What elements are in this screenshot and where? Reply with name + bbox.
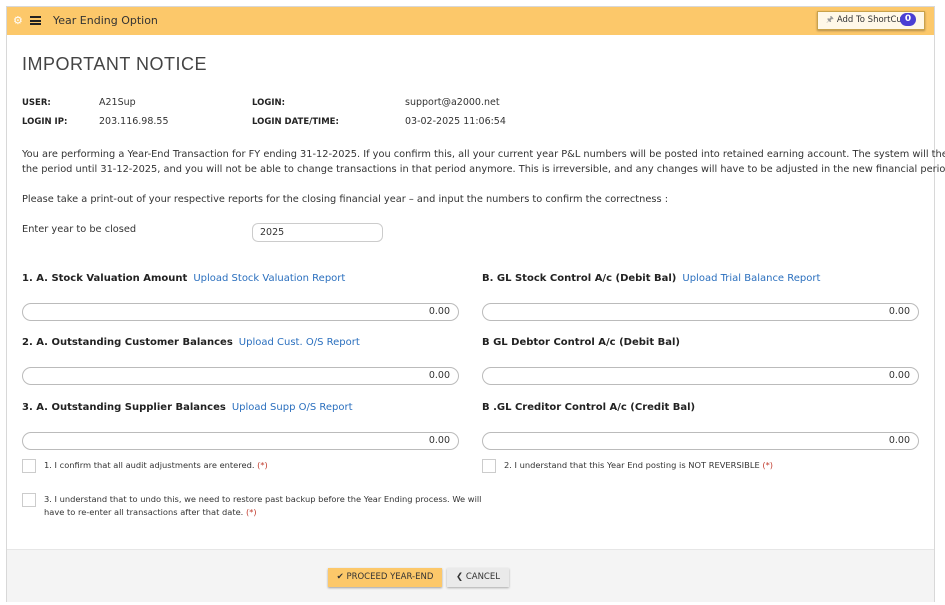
gl-stock-control-title: B. GL Stock Control A/c (Debit Bal) (482, 273, 677, 284)
gl-stock-control-label: B. GL Stock Control A/c (Debit Bal) Uploa… (482, 273, 820, 284)
upload-stock-valuation-link[interactable]: Upload Stock Valuation Report (193, 273, 345, 284)
login-datetime-label: LOGIN DATE/TIME: (252, 117, 339, 127)
login-datetime-value: 03-02-2025 11:06:54 (405, 116, 506, 127)
menu-icon[interactable] (30, 16, 41, 25)
gl-debtor-control-label: B GL Debtor Control A/c (Debit Bal) (482, 337, 680, 348)
proceed-year-end-button[interactable]: ✔ PROCEED YEAR-END (328, 568, 442, 587)
customer-balances-label: 2. A. Outstanding Customer Balances Uploa… (22, 337, 360, 348)
check-icon: ✔ (336, 572, 344, 582)
gl-creditor-control-input[interactable]: 0.00 (482, 432, 919, 450)
supplier-balances-title: 3. A. Outstanding Supplier Balances (22, 402, 226, 413)
login-ip-value: 203.116.98.55 (99, 116, 169, 127)
year-ending-panel: ⚙ Year Ending Option 🖈 Add To ShortCut 0 … (6, 6, 945, 602)
upload-trial-balance-link[interactable]: Upload Trial Balance Report (682, 273, 820, 284)
gl-debtor-control-input[interactable]: 0.00 (482, 367, 919, 385)
required-mark: (*) (257, 460, 268, 470)
confirm-restore-backup-line-1: 3. I understand that to undo this, we ne… (44, 494, 482, 504)
supplier-balances-label: 3. A. Outstanding Supplier Balances Uploa… (22, 402, 353, 413)
year-label: Enter year to be closed (22, 224, 137, 235)
customer-balances-input[interactable]: 0.00 (22, 367, 459, 385)
confirm-restore-backup-checkbox[interactable] (22, 493, 36, 507)
year-input[interactable]: 2025 (252, 223, 383, 242)
confirm-restore-backup-text: 3. I understand that to undo this, we ne… (44, 493, 481, 518)
confirm-restore-backup-line-2: have to re-enter all transactions after … (44, 506, 244, 517)
printout-instruction: Please take a print-out of your respecti… (22, 194, 669, 205)
required-mark: (*) (762, 460, 773, 470)
add-to-shortcut-label: Add To ShortCut (836, 15, 906, 25)
confirm-not-reversible-checkbox[interactable] (482, 459, 496, 473)
customer-balances-title: 2. A. Outstanding Customer Balances (22, 337, 233, 348)
cancel-label: CANCEL (465, 572, 500, 582)
notice-heading: IMPORTANT NOTICE (22, 54, 208, 74)
stock-valuation-input[interactable]: 0.00 (22, 303, 459, 321)
confirm-audit-text: 1. I confirm that all audit adjustments … (44, 459, 268, 472)
back-arrow-icon: ❮ (456, 572, 464, 582)
gl-creditor-control-label: B .GL Creditor Control A/c (Credit Bal) (482, 402, 696, 413)
gear-icon[interactable]: ⚙ (13, 15, 25, 27)
confirm-not-reversible-label: 2. I understand that this Year End posti… (504, 460, 760, 470)
gl-stock-control-input[interactable]: 0.00 (482, 303, 919, 321)
warning-line-2: the period until 31-12-2025, and you wil… (22, 163, 945, 175)
upload-supp-os-link[interactable]: Upload Supp O/S Report (232, 402, 353, 413)
confirm-not-reversible-text: 2. I understand that this Year End posti… (504, 459, 773, 472)
login-ip-label: LOGIN IP: (22, 117, 68, 127)
upload-cust-os-link[interactable]: Upload Cust. O/S Report (239, 337, 360, 348)
warning-line-1: You are performing a Year-End Transactio… (22, 149, 945, 160)
year-end-warning: You are performing a Year-End Transactio… (22, 148, 945, 177)
page-title: Year Ending Option (53, 14, 158, 27)
user-value: A21Sup (99, 97, 136, 108)
proceed-year-end-label: PROCEED YEAR-END (346, 572, 434, 582)
pin-icon: 🖈 (826, 15, 834, 25)
supplier-balances-input[interactable]: 0.00 (22, 432, 459, 450)
stock-valuation-label: 1. A. Stock Valuation Amount Upload Stock… (22, 273, 345, 284)
login-label: LOGIN: (252, 98, 285, 108)
confirm-audit-label: 1. I confirm that all audit adjustments … (44, 460, 255, 470)
cancel-button[interactable]: ❮ CANCEL (447, 568, 509, 587)
action-footer: ✔ PROCEED YEAR-END ❮ CANCEL (7, 549, 934, 602)
title-bar: ⚙ Year Ending Option 🖈 Add To ShortCut 0 (7, 7, 934, 35)
confirm-audit-checkbox[interactable] (22, 459, 36, 473)
login-value: support@a2000.net (405, 97, 500, 108)
stock-valuation-title: 1. A. Stock Valuation Amount (22, 273, 188, 284)
required-mark: (*) (245, 506, 257, 517)
shortcut-count-badge: 0 (900, 13, 916, 26)
user-label: USER: (22, 98, 51, 108)
